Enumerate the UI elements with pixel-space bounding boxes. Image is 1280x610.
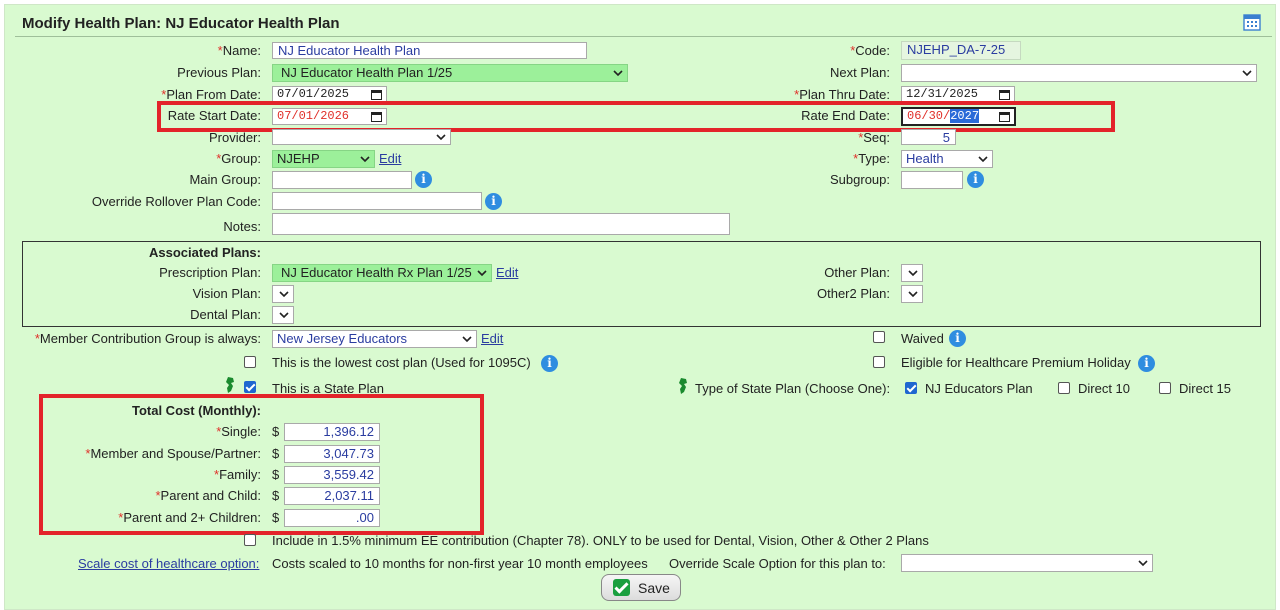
name-label: *Name: [217,43,261,58]
premium-holiday-label: Eligible for Healthcare Premium Holiday [901,355,1131,370]
chevron-down-icon [1242,70,1252,77]
other2-plan-label: Other2 Plan: [817,286,890,301]
min-ee-contribution-checkbox[interactable] [244,534,256,546]
previous-plan-label: Previous Plan: [177,65,261,80]
new-jersey-state-icon [679,378,687,394]
checkmark-icon [613,579,630,596]
seq-label: *Seq: [858,130,890,145]
calendar-icon[interactable] [371,89,382,100]
state-plan-checkbox[interactable] [244,381,256,393]
other-plan-label: Other Plan: [824,265,890,280]
group-edit-link[interactable]: Edit [379,151,401,166]
vision-plan-label: Vision Plan: [192,286,261,301]
direct15-checkbox[interactable] [1159,382,1171,394]
chevron-down-icon [908,291,918,298]
premium-holiday-checkbox[interactable] [873,356,885,368]
prescription-edit-link[interactable]: Edit [496,265,518,280]
waived-checkbox[interactable] [873,331,885,343]
group-value: NJEHP [277,151,320,166]
chevron-down-icon [908,270,918,277]
scale-cost-text: Costs scaled to 10 months for non-first … [272,556,648,571]
code-label: *Code: [850,43,890,58]
nj-educators-label: NJ Educators Plan [925,381,1033,396]
new-jersey-state-icon [226,377,234,393]
member-contribution-select[interactable]: New Jersey Educators [272,330,477,348]
other2-plan-select[interactable] [901,285,923,303]
associated-plans-heading: Associated Plans: [149,245,261,260]
seq-input[interactable]: 5 [901,129,956,145]
modify-health-plan-panel: Modify Health Plan: NJ Educator Health P… [4,4,1276,610]
lowest-cost-label: This is the lowest cost plan (Used for 1… [272,355,531,370]
provider-select[interactable] [272,129,451,145]
plan-thru-label: *Plan Thru Date: [794,87,890,102]
override-rollover-label: Override Rollover Plan Code: [91,194,261,209]
group-select[interactable]: NJEHP [272,150,375,168]
member-contribution-value: New Jersey Educators [277,331,408,346]
chevron-down-icon [978,156,988,163]
title-divider [15,36,1272,37]
notes-textarea[interactable] [272,213,730,235]
type-select[interactable]: Health [901,150,993,168]
notes-label: Notes: [223,219,261,234]
prescription-plan-select[interactable]: NJ Educator Health Rx Plan 1/25 [272,264,492,282]
provider-label: Provider: [208,130,261,145]
direct15-label: Direct 15 [1179,381,1232,396]
scale-cost-link[interactable]: Scale cost of healthcare option: [78,556,259,571]
next-plan-label: Next Plan: [830,65,890,80]
chevron-down-icon [613,70,623,77]
min-ee-contribution-label: Include in 1.5% minimum EE contribution … [272,533,929,548]
dental-plan-select[interactable] [272,306,294,324]
group-label: *Group: [216,151,261,166]
subgroup-label: Subgroup: [830,172,890,187]
override-rollover-input[interactable] [272,192,482,210]
chevron-down-icon [279,312,289,319]
main-group-info-icon[interactable]: i [415,171,432,188]
previous-plan-select[interactable]: NJ Educator Health Plan 1/25 [272,64,628,82]
page-title: Modify Health Plan: NJ Educator Health P… [22,15,340,32]
chevron-down-icon [462,336,472,343]
lowest-cost-checkbox[interactable] [244,356,256,368]
chevron-down-icon [477,270,487,277]
chevron-down-icon [360,156,370,163]
save-button-label: Save [638,580,670,596]
direct10-checkbox[interactable] [1058,382,1070,394]
type-label: *Type: [853,151,890,166]
type-state-plan-label: Type of State Plan (Choose One): [695,381,891,396]
main-group-input[interactable] [272,171,412,189]
chevron-down-icon [1138,560,1148,567]
calendar-grid-icon[interactable] [1243,13,1261,31]
rate-dates-highlight-box [157,101,1115,132]
plan-from-label: *Plan From Date: [161,87,261,102]
member-contribution-edit-link[interactable]: Edit [481,331,503,346]
prescription-plan-label: Prescription Plan: [159,265,261,280]
dental-plan-label: Dental Plan: [190,307,261,322]
subgroup-input[interactable] [901,171,963,189]
chevron-down-icon [436,134,446,141]
lowest-cost-info-icon[interactable]: i [541,355,558,372]
name-input[interactable]: NJ Educator Health Plan [272,42,587,59]
member-contribution-label: *Member Contribution Group is always: [34,331,261,346]
save-button[interactable]: Save [601,574,681,601]
override-rollover-info-icon[interactable]: i [485,193,502,210]
total-cost-highlight-box [39,394,484,535]
next-plan-select[interactable] [901,64,1257,82]
override-scale-select[interactable] [901,554,1153,572]
vision-plan-select[interactable] [272,285,294,303]
nj-educators-checkbox[interactable] [905,382,917,394]
main-group-label: Main Group: [189,172,261,187]
calendar-icon[interactable] [999,89,1010,100]
code-value: NJEHP_DA-7-25 [901,41,1021,60]
type-value: Health [906,151,944,166]
chevron-down-icon [279,291,289,298]
prescription-plan-value: NJ Educator Health Rx Plan 1/25 [281,265,472,280]
previous-plan-value: NJ Educator Health Plan 1/25 [281,65,453,80]
premium-holiday-info-icon[interactable]: i [1138,355,1155,372]
other-plan-select[interactable] [901,264,923,282]
override-scale-label: Override Scale Option for this plan to: [669,556,886,571]
waived-label: Waived [901,331,944,346]
waived-info-icon[interactable]: i [949,330,966,347]
subgroup-info-icon[interactable]: i [967,171,984,188]
direct10-label: Direct 10 [1078,381,1131,396]
